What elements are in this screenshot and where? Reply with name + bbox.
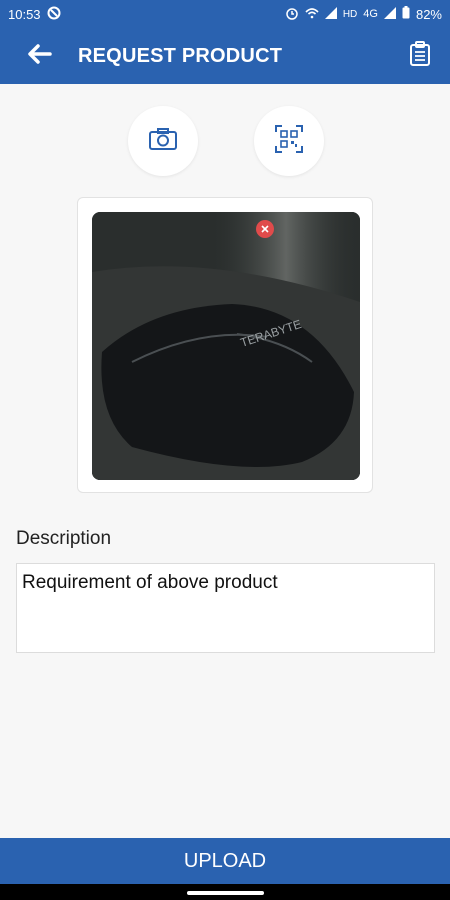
signal-icon xyxy=(324,6,337,22)
data-saver-icon xyxy=(47,6,61,23)
alarm-icon xyxy=(285,6,299,23)
network-type-4g: 4G xyxy=(363,8,378,20)
system-nav-bar xyxy=(0,884,450,900)
back-button[interactable] xyxy=(12,28,66,84)
battery-icon xyxy=(402,6,410,22)
page-title: REQUEST PRODUCT xyxy=(78,44,283,67)
camera-button[interactable] xyxy=(128,106,198,176)
product-image-card: TERABYTE xyxy=(77,197,373,493)
qr-scan-button[interactable] xyxy=(254,106,324,176)
remove-image-button[interactable] xyxy=(256,220,274,238)
signal-icon-2 xyxy=(383,6,396,22)
arrow-back-icon xyxy=(26,43,52,70)
upload-button[interactable]: UPLOAD xyxy=(0,838,450,884)
wifi-icon xyxy=(305,7,319,22)
app-bar: REQUEST PRODUCT xyxy=(0,28,450,84)
description-label: Description xyxy=(16,528,112,549)
home-indicator[interactable] xyxy=(187,891,264,895)
close-icon xyxy=(261,220,269,238)
clipboard-button[interactable] xyxy=(404,40,436,72)
product-photo: TERABYTE xyxy=(92,212,360,480)
battery-level: 82% xyxy=(415,6,442,22)
qr-code-scan-icon xyxy=(274,124,304,159)
description-text: Requirement of above product xyxy=(22,572,278,593)
network-type-hd: HD xyxy=(342,8,358,20)
description-input[interactable]: Requirement of above product xyxy=(16,563,435,653)
clipboard-icon xyxy=(409,40,431,72)
upload-label: UPLOAD xyxy=(183,849,267,872)
camera-icon xyxy=(148,127,178,156)
status-time: 10:53 xyxy=(8,6,41,22)
status-bar: 10:53 HD 4G 82% xyxy=(0,0,450,28)
